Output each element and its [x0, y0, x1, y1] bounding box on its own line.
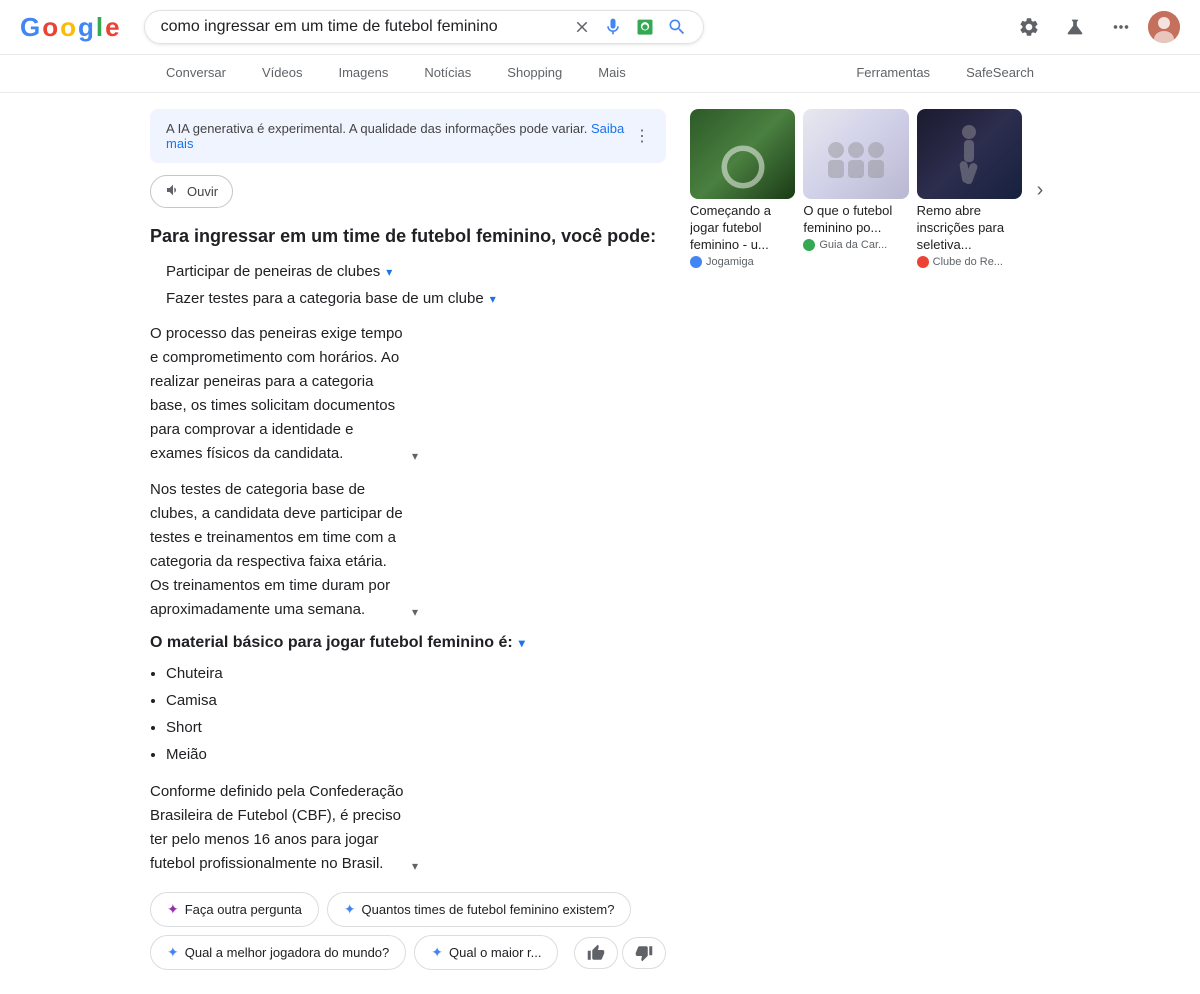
- dislike-button[interactable]: [622, 937, 666, 969]
- bullet-list: Participar de peneiras de clubes ▾ Fazer…: [166, 261, 666, 310]
- bullet-item-1: Participar de peneiras de clubes ▾: [166, 261, 666, 284]
- expand-icon-1[interactable]: ▾: [386, 263, 392, 281]
- image-card-2-info: O que o futebol feminino po... Guia da C…: [803, 199, 908, 255]
- material-item-chuteira: Chuteira: [166, 660, 666, 687]
- bullet-item-2: Fazer testes para a categoria base de um…: [166, 288, 666, 311]
- apps-button[interactable]: [1102, 8, 1140, 46]
- para-expand-2[interactable]: ▾: [412, 603, 666, 622]
- expand-icon-2[interactable]: ▾: [490, 290, 496, 308]
- material-list: Chuteira Camisa Short Meião: [166, 660, 666, 768]
- images-overflow-btn[interactable]: ›: [1030, 109, 1050, 272]
- material-section-title: O material básico para jogar futebol fem…: [150, 634, 666, 652]
- tab-imagens[interactable]: Imagens: [322, 55, 404, 92]
- maior-icon: ✦: [431, 944, 443, 961]
- image-card-2[interactable]: O que o futebol feminino po... Guia da C…: [803, 109, 908, 272]
- material-item-meiao: Meião: [166, 741, 666, 768]
- material-item-short: Short: [166, 714, 666, 741]
- material-item-camisa: Camisa: [166, 687, 666, 714]
- settings-button[interactable]: [1010, 8, 1048, 46]
- suggestion-btn-quantos[interactable]: ✦ Quantos times de futebol feminino exis…: [327, 892, 632, 927]
- image-source-3: Clube do Re...: [917, 256, 1022, 268]
- ai-paragraph-1: O processo das peneiras exige tempo e co…: [150, 322, 666, 466]
- ai-paragraph-3: Conforme definido pela Confederação Bras…: [150, 780, 666, 876]
- speaker-icon: [165, 182, 181, 201]
- quantos-icon: ✦: [344, 901, 356, 918]
- source-dot-3: [917, 256, 929, 268]
- ai-banner: A IA generativa é experimental. A qualid…: [150, 109, 666, 163]
- tab-shopping[interactable]: Shopping: [491, 55, 578, 92]
- nav-tabs: Conversar Vídeos Imagens Notícias Shoppi…: [0, 55, 1200, 93]
- source-dot-2: [803, 239, 815, 251]
- search-submit-button[interactable]: [667, 17, 687, 37]
- source-dot-1: [690, 256, 702, 268]
- image-card-3-info: Remo abre inscrições para seletiva... Cl…: [917, 199, 1022, 272]
- tab-videos[interactable]: Vídeos: [246, 55, 318, 92]
- melhor-icon: ✦: [167, 944, 179, 961]
- image-team: [803, 109, 908, 199]
- left-content: A IA generativa é experimental. A qualid…: [150, 109, 666, 978]
- tab-ferramentas[interactable]: Ferramentas: [840, 55, 946, 92]
- suggestion-bar: ✦ Faça outra pergunta ✦ Quantos times de…: [150, 892, 666, 978]
- camera-search-button[interactable]: [635, 17, 655, 37]
- image-card-1[interactable]: Começando a jogar futebol feminino - u..…: [690, 109, 795, 272]
- feedback-buttons: [574, 937, 666, 969]
- header-right-actions: [1010, 8, 1180, 46]
- listen-label: Ouvir: [187, 184, 218, 199]
- image-card-3[interactable]: Remo abre inscrições para seletiva... Cl…: [917, 109, 1022, 272]
- image-soccer: [690, 109, 795, 199]
- like-button[interactable]: [574, 937, 618, 969]
- image-card-1-info: Começando a jogar futebol feminino - u..…: [690, 199, 795, 272]
- para-expand-3[interactable]: ▾: [412, 857, 666, 876]
- tab-safesearch[interactable]: SafeSearch: [950, 55, 1050, 92]
- ai-banner-more-icon[interactable]: ⋮: [634, 126, 650, 146]
- search-input[interactable]: [161, 18, 565, 36]
- para-expand-1[interactable]: ▾: [412, 447, 666, 466]
- listen-button[interactable]: Ouvir: [150, 175, 233, 208]
- suggestion-btn-melhor[interactable]: ✦ Qual a melhor jogadora do mundo?: [150, 935, 406, 970]
- tab-mais[interactable]: Mais: [582, 55, 641, 92]
- tab-noticias[interactable]: Notícias: [408, 55, 487, 92]
- search-action-icons: [573, 17, 687, 37]
- avatar[interactable]: [1148, 11, 1180, 43]
- suggestion-btn-maior[interactable]: ✦ Qual o maior r...: [414, 935, 558, 970]
- ai-response-title: Para ingressar em um time de futebol fem…: [150, 224, 666, 249]
- image-kick: [917, 109, 1022, 199]
- voice-search-button[interactable]: [603, 17, 623, 37]
- suggestion-btn-faca[interactable]: ✦ Faça outra pergunta: [150, 892, 319, 927]
- ai-banner-text: A IA generativa é experimental. A qualid…: [166, 121, 634, 151]
- material-expand-icon[interactable]: ▾: [519, 636, 525, 650]
- image-source-1: Jogamiga: [690, 256, 795, 268]
- faca-icon: ✦: [167, 901, 179, 918]
- clear-button[interactable]: [573, 18, 591, 36]
- main-content: A IA generativa é experimental. A qualid…: [0, 93, 1200, 994]
- header: Google: [0, 0, 1200, 55]
- search-bar: [144, 10, 704, 44]
- google-logo[interactable]: Google: [20, 12, 120, 43]
- right-content: Começando a jogar futebol feminino - u..…: [690, 109, 1050, 978]
- labs-button[interactable]: [1056, 8, 1094, 46]
- ai-paragraph-2: Nos testes de categoria base de clubes, …: [150, 478, 666, 622]
- image-source-2: Guia da Car...: [803, 239, 908, 251]
- image-row: Começando a jogar futebol feminino - u..…: [690, 109, 1050, 272]
- tab-conversar[interactable]: Conversar: [150, 55, 242, 92]
